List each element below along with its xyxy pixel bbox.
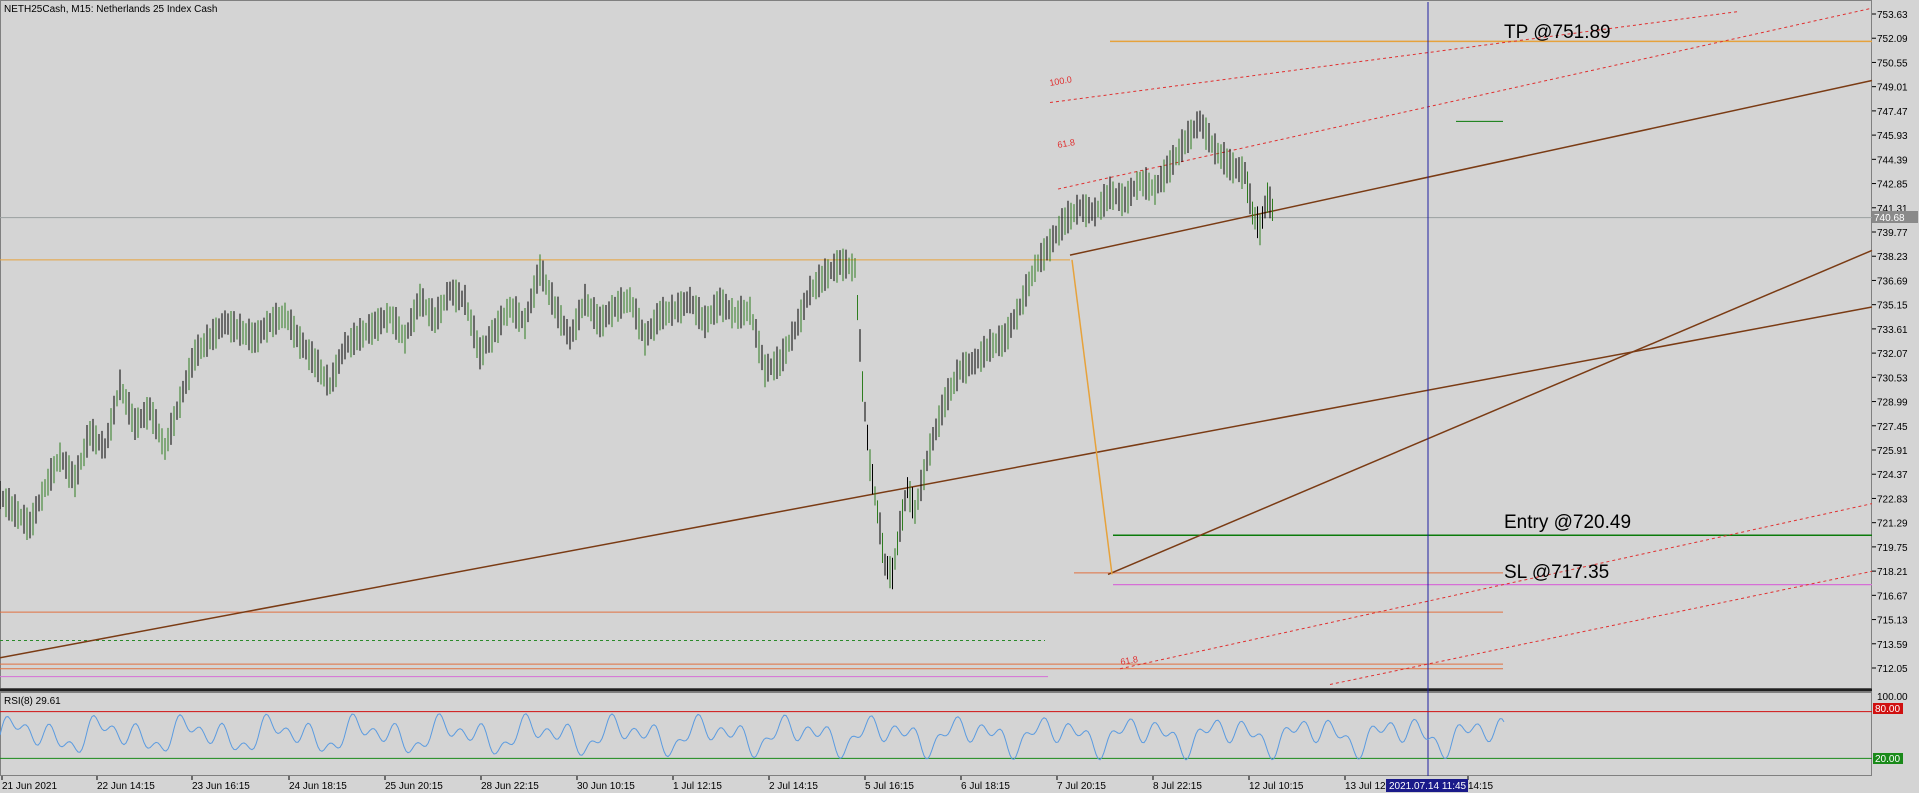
time-tick-label: 5 Jul 16:15 [865,781,914,792]
crosshair-time-label: 2021.07.14 11:45 [1389,781,1467,792]
rsi-label: RSI(8) 29.61 [4,696,61,707]
time-tick-label: 14:15 [1468,781,1493,792]
current-price-label: 740.68 [1874,213,1905,224]
price-tick-label: 744.39 [1877,155,1908,166]
price-tick-label: 712.05 [1877,664,1908,675]
price-tick-label: 750.55 [1877,58,1908,69]
price-tick-label: 718.21 [1877,567,1908,578]
chart-title: NETH25Cash, M15: Netherlands 25 Index Ca… [4,4,217,15]
price-tick-label: 730.53 [1877,373,1908,384]
time-tick-label: 25 Jun 20:15 [385,781,443,792]
price-tick-label: 738.23 [1877,252,1908,263]
price-tick-label: 725.91 [1877,446,1908,457]
price-tick-label: 752.09 [1877,34,1908,45]
time-tick-label: 8 Jul 22:15 [1153,781,1202,792]
price-tick-label: 728.99 [1877,398,1908,409]
chart-background [0,0,1919,793]
price-tick-label: 733.61 [1877,325,1908,336]
tp-label: TP @751.89 [1504,22,1611,43]
price-tick-label: 722.83 [1877,494,1908,505]
time-tick-label: 1 Jul 12:15 [673,781,722,792]
rsi-20-label: 20.00 [1875,754,1900,765]
price-tick-label: 735.15 [1877,301,1908,312]
price-tick-label: 713.59 [1877,640,1908,651]
time-tick-label: 23 Jun 16:15 [192,781,250,792]
time-tick-label: 7 Jul 20:15 [1057,781,1106,792]
price-tick-label: 716.67 [1877,591,1908,602]
time-tick-label: 2 Jul 14:15 [769,781,818,792]
time-tick-label: 22 Jun 14:15 [97,781,155,792]
time-tick-label: 21 Jun 2021 [2,781,57,792]
price-tick-label: 753.63 [1877,10,1908,21]
price-tick-label: 724.37 [1877,470,1908,481]
price-tick-label: 732.07 [1877,349,1908,360]
rsi-tick-label: 100.00 [1877,692,1908,703]
price-tick-label: 727.45 [1877,422,1908,433]
price-chart[interactable]: 100.00 753.63 752.09 750.55 749.01 747.47 745… [0,0,1919,793]
price-tick-label: 742.85 [1877,180,1908,191]
price-tick-label: 715.13 [1877,616,1908,627]
time-tick-label: 6 Jul 18:15 [961,781,1010,792]
entry-label: Entry @720.49 [1504,512,1631,533]
time-tick-label: 24 Jun 18:15 [289,781,347,792]
sl-label: SL @717.35 [1504,562,1609,583]
time-tick-label: 12 Jul 10:15 [1249,781,1304,792]
price-tick-label: 719.75 [1877,543,1908,554]
price-tick-label: 736.69 [1877,276,1908,287]
price-tick-label: 745.93 [1877,131,1908,142]
rsi-80-label: 80.00 [1875,704,1900,715]
time-tick-label: 30 Jun 10:15 [577,781,635,792]
price-tick-label: 721.29 [1877,519,1908,530]
price-tick-label: 749.01 [1877,83,1908,94]
time-tick-label: 28 Jun 22:15 [481,781,539,792]
price-tick-label: 739.77 [1877,228,1908,239]
price-tick-label: 747.47 [1877,107,1908,118]
